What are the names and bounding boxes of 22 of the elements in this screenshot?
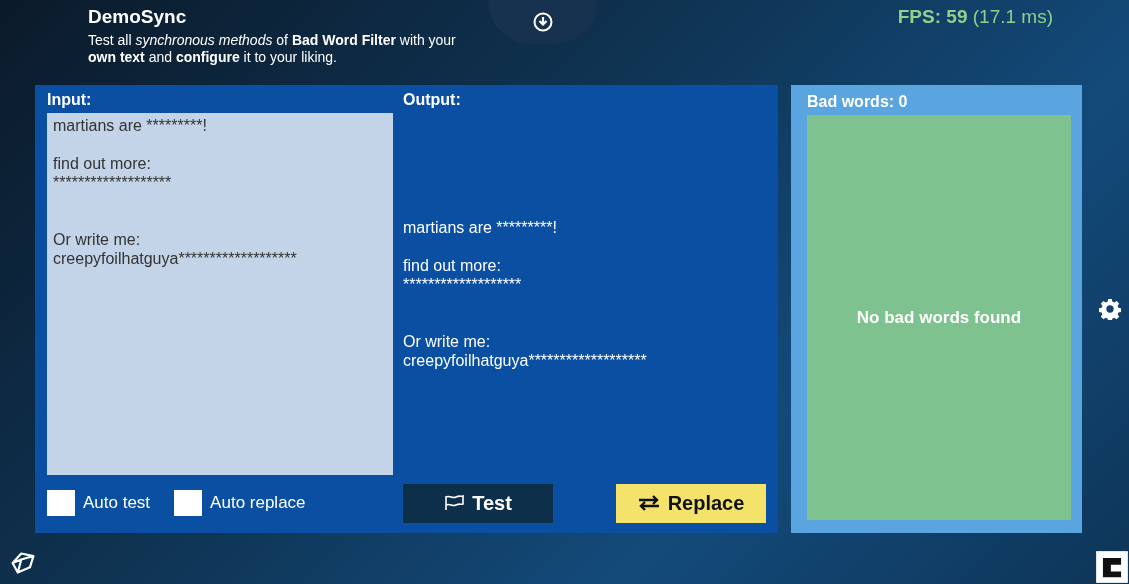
input-label: Input: [47,91,93,110]
cube-logo-icon[interactable] [10,550,36,576]
replace-button[interactable]: Replace [616,483,766,523]
frame-time: (17.1 ms) [972,6,1053,27]
c-logo-icon[interactable] [1095,550,1129,584]
checkbox-label[interactable]: Auto replace [210,493,306,513]
test-button[interactable]: Test [403,483,553,523]
output-label: Output: [403,91,462,110]
swap-arrows-icon [637,495,660,511]
flag-icon [444,495,465,511]
checkbox-label[interactable]: Auto test [83,493,151,513]
bad-words-count: Bad words: 0 [807,93,909,112]
output-text: martians are *********! find out more: ******************* Or write me: creepyfoilhatguya******************* [403,218,647,370]
description-text: Test all synchronous methods of Bad Word Filter with your own text and configure it to your liking. [88,32,457,66]
app-title: DemoSync [88,6,188,28]
download-icon[interactable] [533,12,553,32]
fps-label: FPS: 59 [897,6,968,27]
input-field[interactable]: martians are *********! find out more: ******************* Or write me: creepyfoilhatguya******************* [47,113,393,475]
checkbox[interactable] [174,490,203,516]
settings-icon[interactable] [1099,298,1121,320]
no-bad-words-message: No bad words found [856,307,1022,328]
checkbox[interactable] [47,490,75,516]
